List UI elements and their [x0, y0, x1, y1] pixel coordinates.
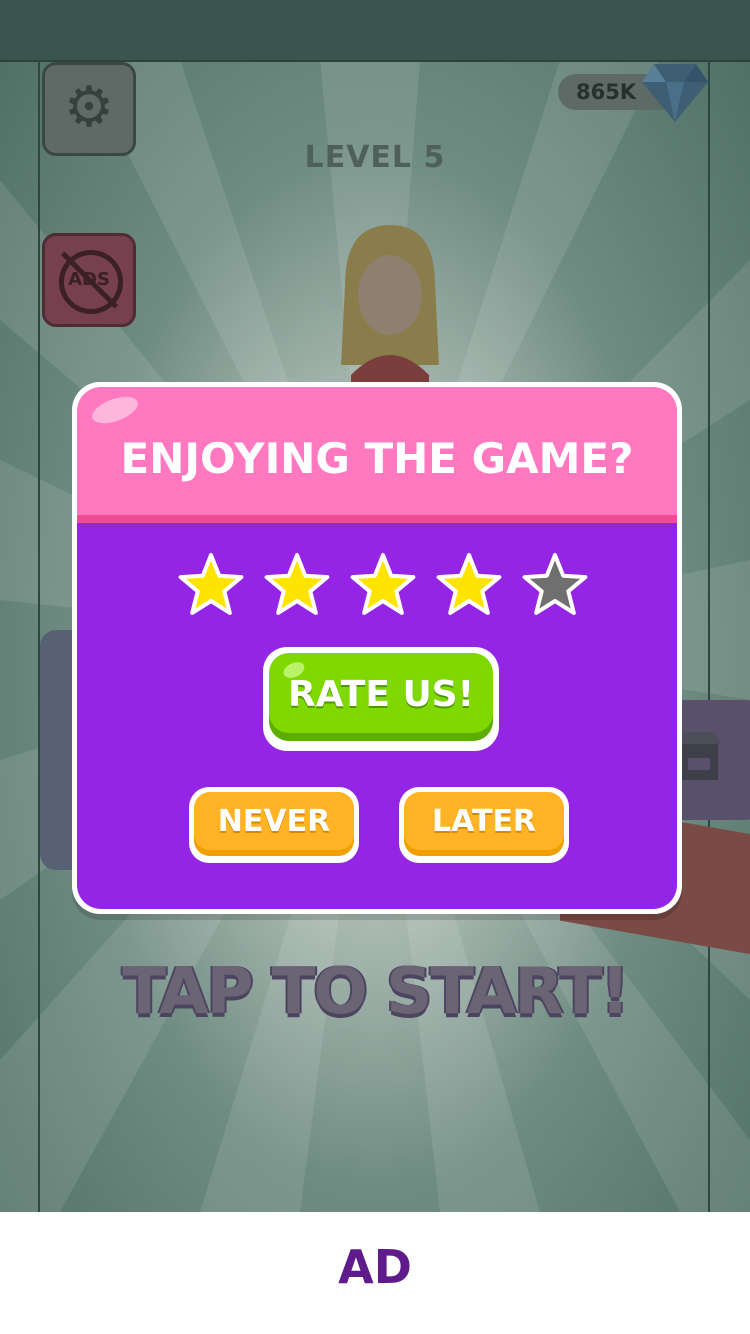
no-ads-button[interactable]: ADS — [42, 233, 136, 327]
track-rail-right — [708, 60, 710, 1212]
track-rail-left — [38, 60, 40, 1212]
later-label: LATER — [431, 804, 537, 839]
dialog-body: RATE US! NEVER LATER — [77, 523, 677, 909]
rate-us-button[interactable]: RATE US! — [263, 647, 499, 751]
rate-us-label: RATE US! — [287, 674, 475, 715]
never-label: NEVER — [217, 804, 331, 839]
shop-icon — [676, 730, 722, 788]
later-button[interactable]: LATER — [399, 787, 569, 863]
star-icon[interactable] — [435, 551, 503, 619]
header-shine — [88, 391, 142, 429]
header-stripe — [77, 515, 677, 523]
never-button[interactable]: NEVER — [189, 787, 359, 863]
character — [341, 225, 439, 405]
star-icon[interactable] — [521, 551, 589, 619]
level-label: LEVEL 5 — [304, 140, 446, 175]
currency-amount: 865K — [576, 80, 637, 104]
ad-label: AD — [338, 1240, 412, 1294]
star-icon[interactable] — [263, 551, 331, 619]
top-bar — [0, 0, 750, 62]
tap-to-start-prompt: TAP TO START! — [122, 955, 629, 1029]
diamond-icon — [642, 64, 708, 122]
dialog-title: ENJOYING THE GAME? — [120, 434, 634, 483]
rate-us-button-face: RATE US! — [269, 653, 493, 741]
ad-banner[interactable]: AD — [0, 1212, 750, 1334]
star-rating[interactable] — [177, 551, 597, 619]
star-icon[interactable] — [349, 551, 417, 619]
rating-dialog: ENJOYING THE GAME? RATE US! NEVER LATER — [72, 382, 682, 914]
later-button-face: LATER — [404, 792, 564, 856]
never-button-face: NEVER — [194, 792, 354, 856]
star-icon[interactable] — [177, 551, 245, 619]
